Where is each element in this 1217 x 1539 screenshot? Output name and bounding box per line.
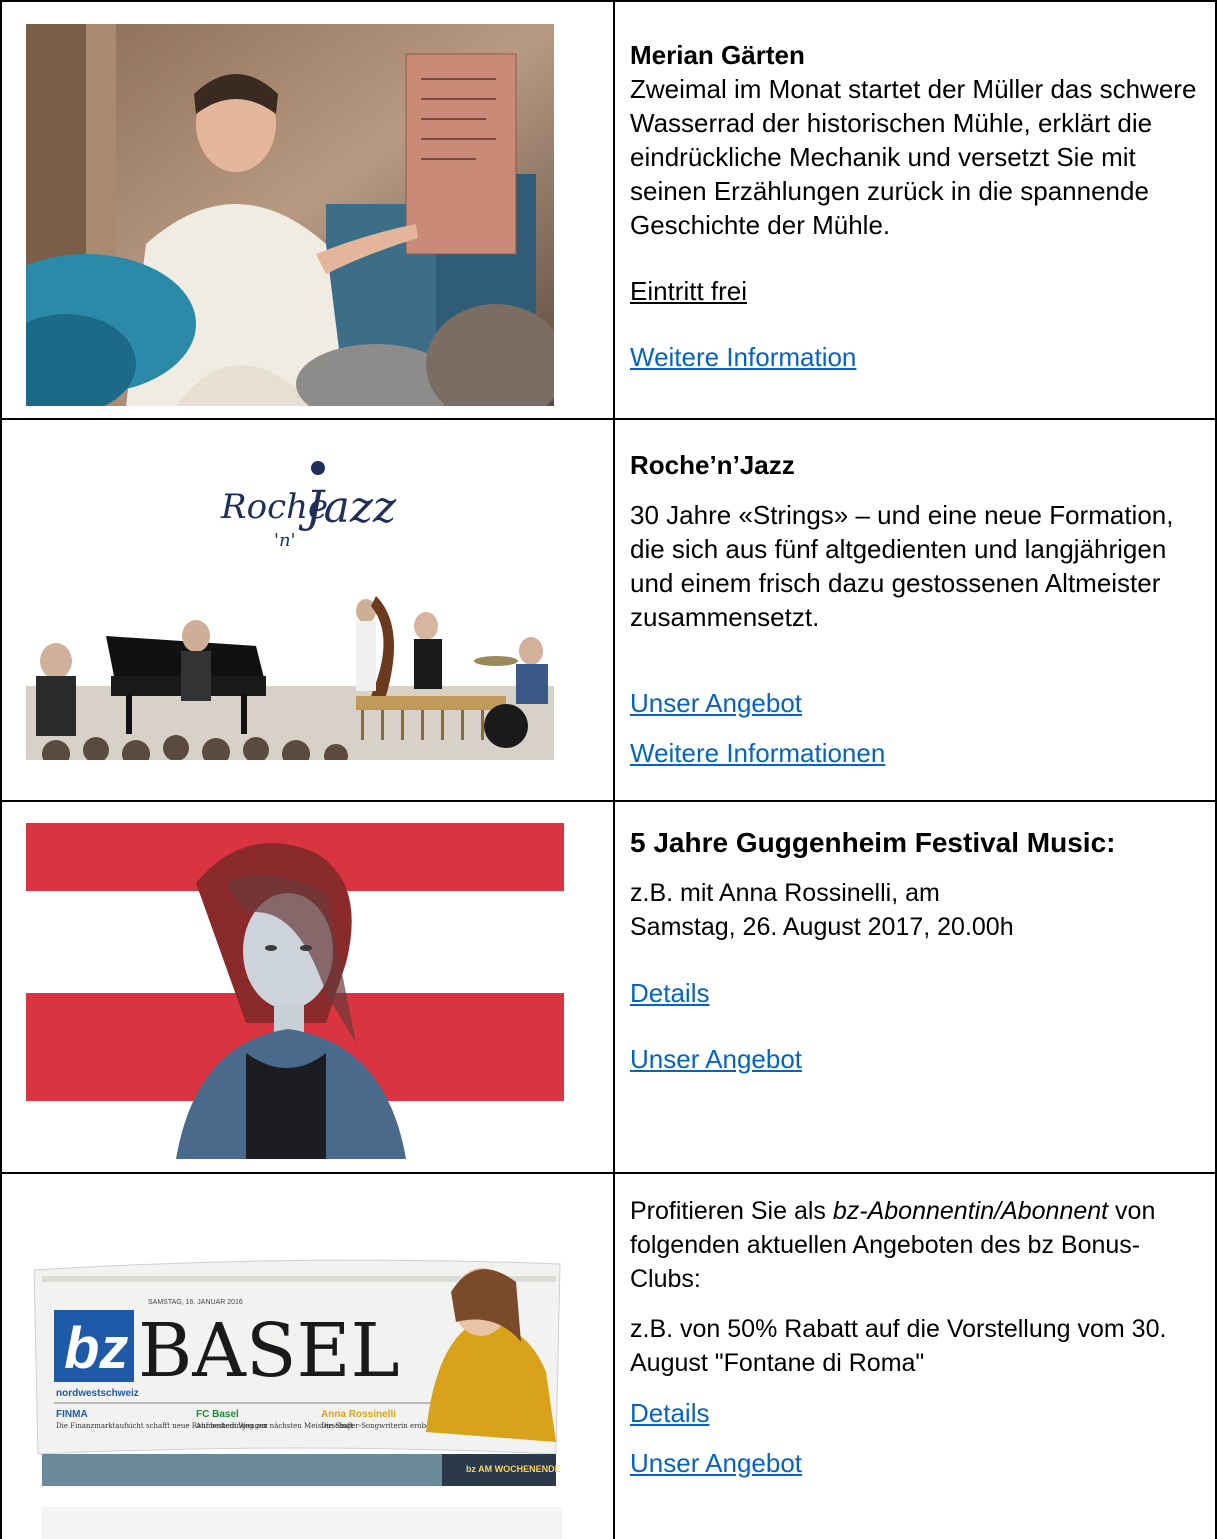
festival-offer-link[interactable]: Unser Angebot xyxy=(630,1042,1210,1076)
jazz-band-photo: Roche 'n' Jazz xyxy=(26,436,554,760)
row-festival-text: 5 Jahre Guggenheim Festival Music: z.B. … xyxy=(630,826,1210,1076)
row-merian-text: Merian Gärten Zweimal im Monat startet d… xyxy=(630,38,1210,374)
bz-discount-text: z.B. von 50% Rabatt auf die Vorstellung … xyxy=(630,1315,1167,1377)
jazz-offer-link[interactable]: Unser Angebot xyxy=(630,686,1210,720)
table-column-divider xyxy=(613,0,615,1539)
newspaper-photo: bz nordwestschweiz BASEL SAMSTAG, 16. JA… xyxy=(26,1192,566,1539)
festival-artist: z.B. mit Anna Rossinelli, am xyxy=(630,879,940,907)
festival-date: Samstag, 26. August 2017, 20.00h xyxy=(630,913,1014,941)
merian-admission-note: Eintritt frei xyxy=(630,276,748,306)
svg-text:nordwestschweiz: nordwestschweiz xyxy=(56,1388,139,1399)
row-bz-text: Profitieren Sie als bz-Abonnentin/Abonne… xyxy=(630,1194,1205,1480)
newspaper-logo: bz xyxy=(64,1316,128,1381)
bz-offer-link[interactable]: Unser Angebot xyxy=(630,1446,1205,1480)
row-divider-2 xyxy=(0,800,1217,802)
row-divider-1 xyxy=(0,418,1217,420)
jazz-more-info-link[interactable]: Weitere Informationen xyxy=(630,736,1210,770)
festival-title: 5 Jahre Guggenheim Festival Music: xyxy=(630,827,1116,858)
festival-poster-photo xyxy=(26,823,564,1159)
jazz-title: Roche’n’Jazz xyxy=(630,450,795,480)
svg-text:'n': 'n' xyxy=(274,530,296,551)
svg-text:FINMA: FINMA xyxy=(56,1409,88,1420)
svg-text:Jazz: Jazz xyxy=(298,482,397,533)
festival-details-link[interactable]: Details xyxy=(630,976,1210,1010)
merian-description: Zweimal im Monat startet der Müller das … xyxy=(630,74,1197,240)
mill-tour-photo xyxy=(26,24,554,406)
row-jazz-text: Roche’n’Jazz 30 Jahre «Strings» – und ei… xyxy=(630,448,1210,770)
svg-text:SAMSTAG, 16. JANUAR 2016: SAMSTAG, 16. JANUAR 2016 xyxy=(148,1299,243,1306)
svg-text:FC Basel: FC Basel xyxy=(196,1409,239,1420)
jazz-description: 30 Jahre «Strings» – und eine neue Forma… xyxy=(630,500,1174,632)
merian-title: Merian Gärten xyxy=(630,40,805,70)
merian-more-info-link[interactable]: Weitere Information xyxy=(630,340,1210,374)
row-divider-3 xyxy=(0,1172,1217,1174)
svg-text:bz AM WOCHENENDE: bz AM WOCHENENDE xyxy=(466,1464,561,1474)
bz-details-link[interactable]: Details xyxy=(630,1396,1205,1430)
table-border-left xyxy=(0,0,2,1539)
newspaper-name: BASEL xyxy=(138,1308,400,1394)
bz-intro: Profitieren Sie als bz-Abonnentin/Abonne… xyxy=(630,1197,1156,1293)
svg-text:Anna Rossinelli: Anna Rossinelli xyxy=(321,1409,396,1420)
bz-subscriber-term: bz-Abonnentin/Abonnent xyxy=(832,1197,1109,1225)
table-border-top xyxy=(0,0,1217,2)
